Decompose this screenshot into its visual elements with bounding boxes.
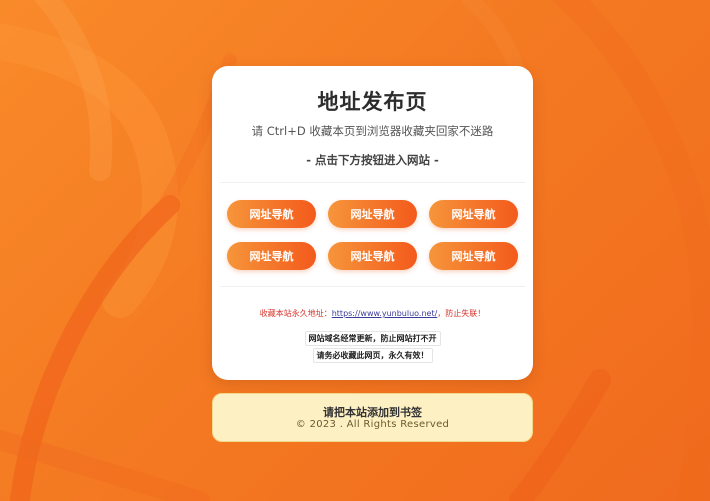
nav-button-1[interactable]: 网址导航 (227, 200, 316, 228)
nav-button-6[interactable]: 网址导航 (429, 242, 518, 270)
footer-box: 请把本站添加到书签 © 2023 . All Rights Reserved (212, 393, 533, 442)
domain-update-text: 网站域名经常更新，防止网站打不开 (304, 331, 441, 346)
permanent-address-link[interactable]: https://www.yunbuluo.net/ (332, 309, 438, 318)
domain-update-note: 网站域名经常更新，防止网站打不开 (212, 331, 533, 346)
bookmark-hint: 请 Ctrl+D 收藏本页到浏览器收藏夹回家不迷路 (251, 124, 494, 138)
permanent-address: 收藏本站永久地址：https://www.yunbuluo.net/，防止失联！ (212, 308, 533, 319)
nav-button-5[interactable]: 网址导航 (328, 242, 417, 270)
permanent-address-suffix: ，防止失联！ (437, 309, 486, 318)
enter-site-hint: - 点击下方按钮进入网站 - (306, 153, 439, 167)
divider (220, 182, 525, 183)
nav-button-3[interactable]: 网址导航 (429, 200, 518, 228)
copyright: © 2023 . All Rights Reserved (295, 419, 450, 430)
footer-title: 请把本站添加到书签 (323, 406, 422, 419)
nav-button-4[interactable]: 网址导航 (227, 242, 316, 270)
page-title: 地址发布页 (317, 90, 428, 114)
address-card: 地址发布页 请 Ctrl+D 收藏本页到浏览器收藏夹回家不迷路 - 点击下方按钮… (212, 66, 533, 380)
bookmark-note-text: 请务必收藏此网页，永久有效！ (312, 348, 433, 363)
divider (220, 286, 525, 287)
permanent-address-prefix: 收藏本站永久地址： (259, 309, 332, 318)
bookmark-note: 请务必收藏此网页，永久有效！ (212, 348, 533, 363)
nav-button-2[interactable]: 网址导航 (328, 200, 417, 228)
